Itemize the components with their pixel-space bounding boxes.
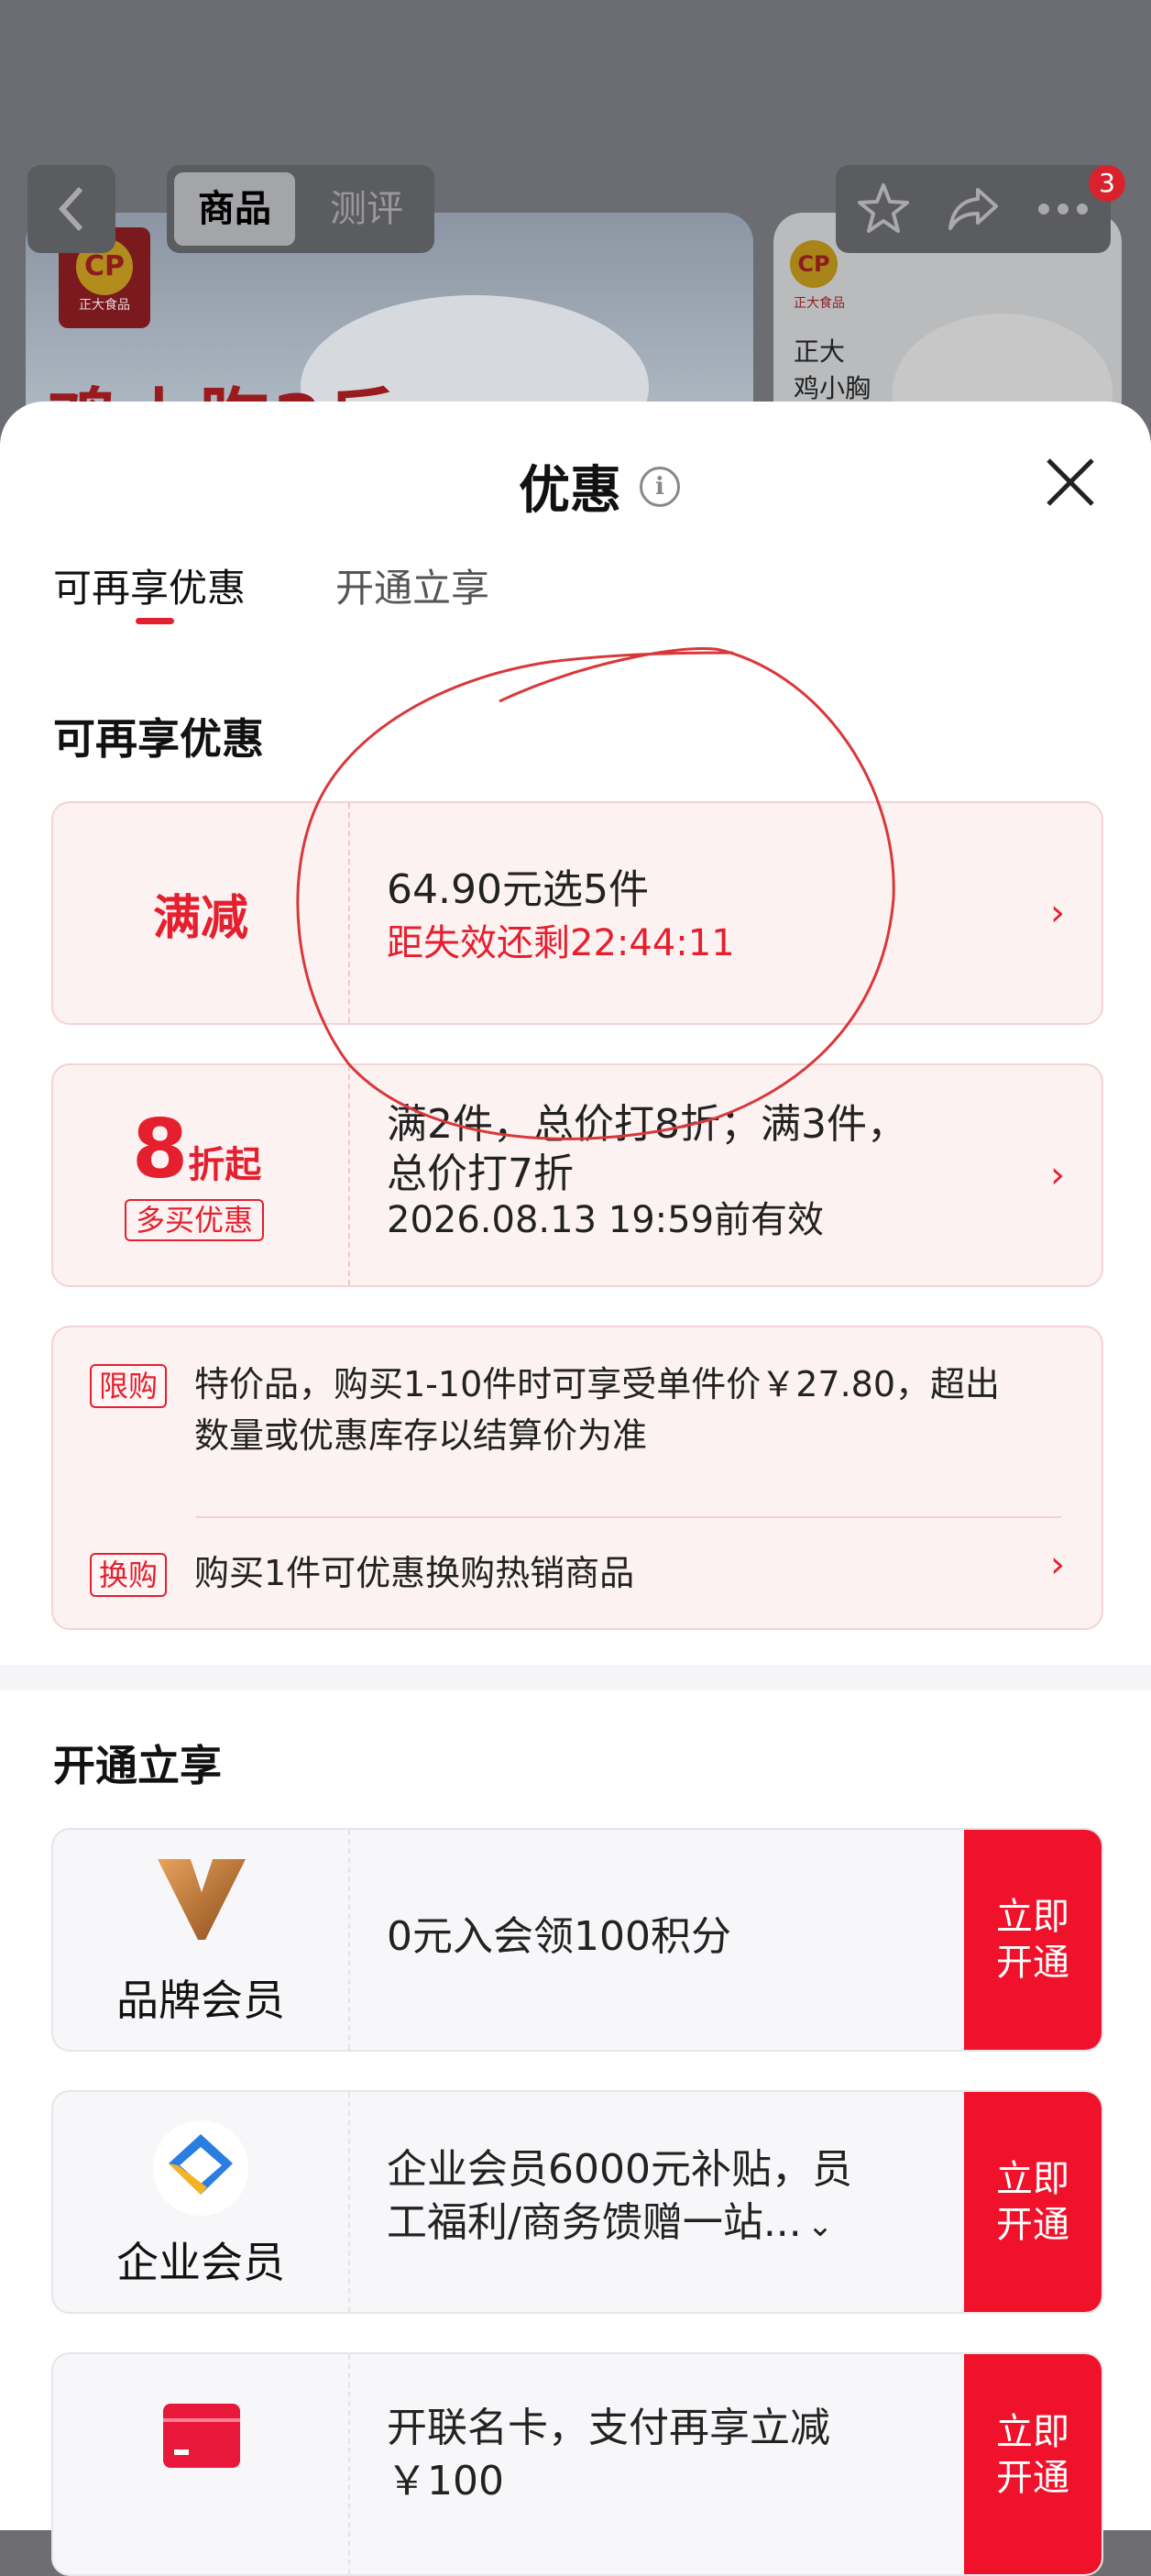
share-icon	[948, 188, 998, 230]
tab-available-discounts[interactable]: 可再享优惠	[53, 557, 246, 613]
promo-label: 满减	[152, 890, 248, 946]
top-tabs: 商品 测评	[167, 165, 434, 253]
sheet-header: 优惠 i	[519, 449, 680, 523]
side-card-text: 正大 鸡小胸	[794, 336, 871, 403]
active-tab-indicator	[136, 618, 174, 624]
section-divider	[0, 1665, 1151, 1690]
favorite-button[interactable]	[839, 165, 927, 253]
join-now-button[interactable]: 立即 开通	[964, 2354, 1102, 2574]
info-icon[interactable]: i	[640, 466, 680, 507]
brand-name: 正大食品	[79, 298, 130, 313]
chevron-right-icon: ›	[1050, 1154, 1065, 1196]
exchange-row[interactable]: 换购 购买1件可优惠换购热销商品 ›	[53, 1520, 1102, 1626]
multi-buy-tag: 多买优惠	[125, 1199, 265, 1241]
join-now-button[interactable]: 立即 开通	[964, 1830, 1102, 2050]
promo-validity: 2026.08.13 19:59前有效	[387, 1199, 825, 1241]
close-icon	[1047, 458, 1094, 506]
member-card-brand: 品牌会员 0元入会领100积分 立即 开通	[51, 1828, 1103, 2052]
promo-multi-buy[interactable]: 8折起 多买优惠 满2件，总价打8折；满3件， 总价打7折 2026.08.13…	[51, 1063, 1103, 1287]
limit-text: 特价品，购买1-10件时可享受单件价￥27.80，超出 数量或优惠库存以结算价为…	[194, 1364, 1001, 1456]
member-offer: 0元入会领100积分	[387, 1913, 731, 1960]
top-actions	[836, 165, 1111, 253]
member-offer: 开联名卡，支付再享立减 ￥100	[387, 2405, 830, 2504]
sheet-title: 优惠	[519, 461, 621, 521]
discount-rate: 8折起	[132, 1102, 262, 1196]
cp-logo-icon: CP	[790, 240, 838, 288]
promo-full-reduction[interactable]: 满减 64.90元选5件 距失效还剩22:44:11 ›	[51, 801, 1103, 1025]
star-icon	[858, 183, 909, 233]
member-card-cobrand: 开联名卡，支付再享立减 ￥100 立即 开通	[51, 2352, 1103, 2576]
promo-rules-box: 限购 特价品，购买1-10件时可享受单件价￥27.80，超出 数量或优惠库存以结…	[51, 1326, 1103, 1630]
tab-join-benefits[interactable]: 开通立享	[335, 557, 489, 613]
close-button[interactable]	[1041, 453, 1100, 512]
chevron-right-icon: ›	[1050, 892, 1065, 934]
credit-card-icon	[163, 2404, 240, 2468]
chevron-right-icon: ›	[1050, 1544, 1065, 1586]
chevron-left-icon	[58, 186, 83, 232]
notification-badge: 3	[1089, 165, 1125, 202]
section-title-join: 开通立享	[53, 1741, 222, 1790]
member-name: 企业会员	[116, 2238, 285, 2287]
share-button[interactable]	[929, 165, 1017, 253]
tab-product[interactable]: 商品	[174, 172, 295, 246]
brand-member-logo-icon	[158, 1859, 246, 1940]
enterprise-member-logo-icon	[153, 2120, 248, 2216]
exchange-tag: 换购	[90, 1553, 168, 1597]
limit-tag: 限购	[90, 1364, 168, 1408]
tab-review[interactable]: 测评	[312, 172, 422, 246]
brand-name: 正大食品	[794, 296, 845, 311]
exchange-text: 购买1件可优惠换购热销商品	[194, 1553, 635, 1593]
chevron-down-icon[interactable]: ⌄	[807, 2207, 834, 2244]
promo-countdown: 距失效还剩22:44:11	[387, 922, 735, 964]
member-name: 品牌会员	[116, 1976, 285, 2025]
member-offer: 企业会员6000元补贴，员 工福利/商务馈赠一站... ⌄	[387, 2146, 852, 2246]
back-button[interactable]	[27, 165, 115, 253]
join-now-button[interactable]: 立即 开通	[964, 2092, 1102, 2312]
more-dots-icon	[1038, 204, 1088, 215]
section-title-available: 可再享优惠	[53, 714, 264, 764]
promo-offer-text: 64.90元选5件	[387, 866, 649, 913]
member-card-enterprise: 企业会员 企业会员6000元补贴，员 工福利/商务馈赠一站... ⌄ 立即 开通	[51, 2090, 1103, 2314]
